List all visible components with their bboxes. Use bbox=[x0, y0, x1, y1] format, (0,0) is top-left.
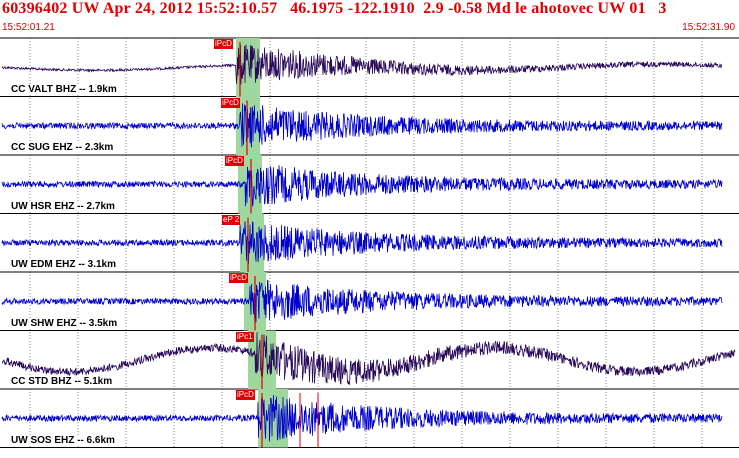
pick-label[interactable]: iPcD bbox=[221, 97, 240, 108]
pick-label[interactable]: iPcD bbox=[229, 273, 248, 283]
trace-label: CC SUG EHZ -- 2.3km bbox=[10, 142, 115, 153]
trace-label: UW EDM EHZ -- 3.1km bbox=[10, 259, 118, 270]
pick-label[interactable]: iPc1 bbox=[236, 331, 254, 342]
trace-label: CC STD BHZ -- 5.1km bbox=[10, 376, 114, 387]
waveform-trace bbox=[1, 279, 723, 323]
pick-label[interactable]: iPcD bbox=[236, 390, 255, 400]
trace-label: CC VALT BHZ -- 1.9km bbox=[10, 83, 118, 95]
pick-label[interactable]: iPcD bbox=[214, 39, 233, 49]
trace-label: UW HSR EHZ -- 2.7km bbox=[10, 200, 116, 212]
waveform-trace bbox=[1, 103, 723, 148]
pick-label[interactable]: iPcD bbox=[225, 156, 244, 166]
trace-label: UW SOS EHZ -- 6.6km bbox=[10, 434, 116, 446]
pick-label[interactable]: eP 2 bbox=[222, 214, 241, 225]
seismogram-panel[interactable] bbox=[0, 0, 739, 458]
waveform-trace bbox=[1, 221, 723, 265]
trace-label: UW SHW EHZ -- 3.5km bbox=[10, 317, 119, 329]
waveform-trace bbox=[1, 44, 723, 85]
